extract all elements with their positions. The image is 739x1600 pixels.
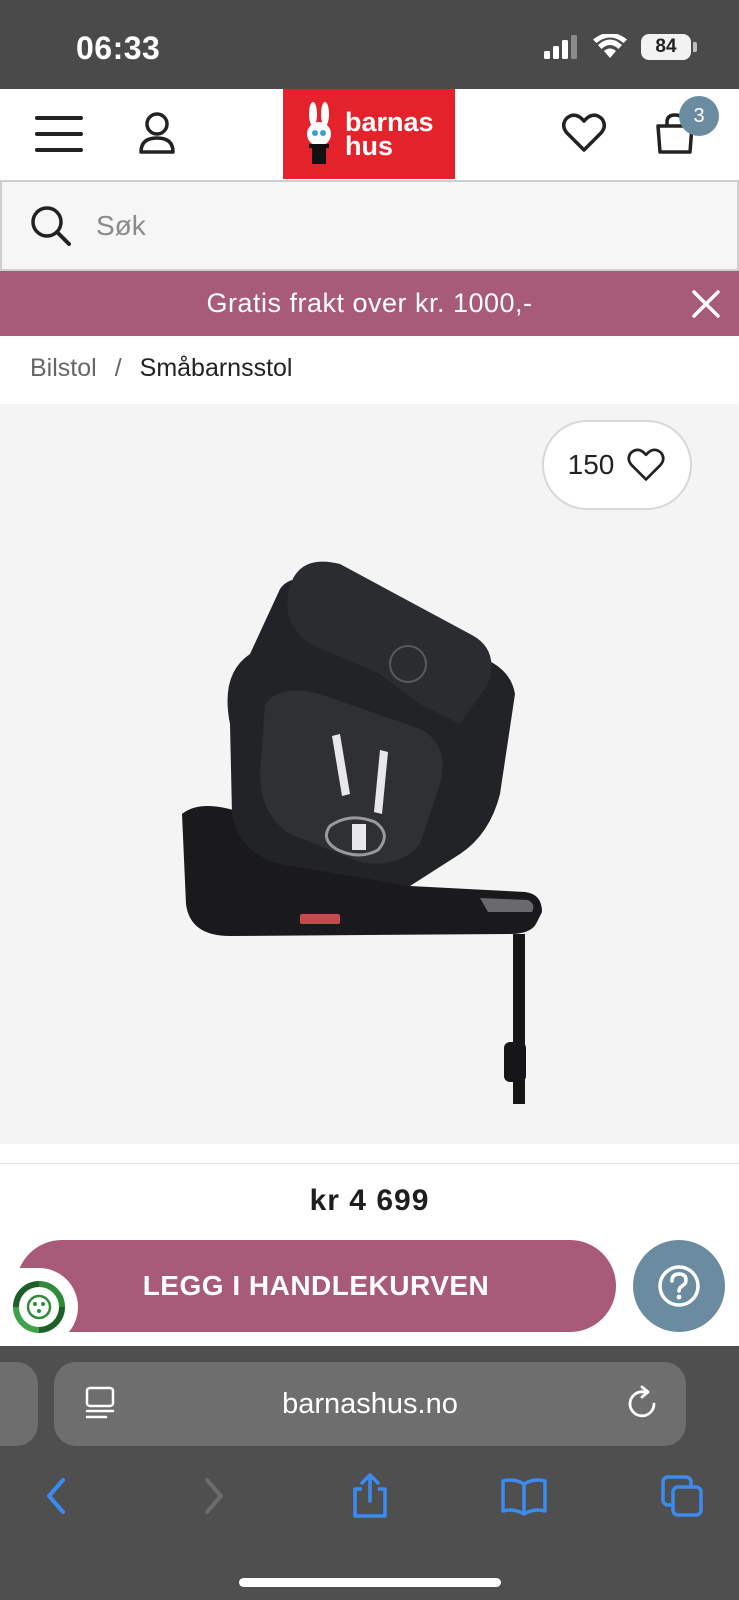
- forward-icon: [205, 1478, 223, 1514]
- wishlist-button[interactable]: [560, 109, 608, 157]
- user-icon: [139, 112, 175, 154]
- status-time: 06:33: [76, 30, 161, 66]
- breadcrumb-separator: /: [114, 354, 122, 382]
- browser-chrome: barnashus.no: [0, 1346, 739, 1600]
- close-icon[interactable]: [689, 287, 723, 321]
- bookmarks-button[interactable]: [494, 1466, 554, 1526]
- address-bar[interactable]: barnashus.no: [54, 1362, 686, 1446]
- favorite-button[interactable]: 150: [542, 420, 692, 510]
- tabs-icon: [661, 1475, 703, 1517]
- account-button[interactable]: [134, 109, 180, 157]
- breadcrumb: Bilstol / Småbarnsstol: [30, 354, 293, 383]
- menu-icon: [35, 116, 83, 152]
- url-text: barnashus.no: [282, 1387, 458, 1420]
- product-image-area: 150: [0, 404, 739, 1144]
- eco-badge[interactable]: [0, 1268, 78, 1346]
- battery-icon: 84: [641, 34, 697, 60]
- add-to-cart-button[interactable]: LEGG I HANDLEKURVEN: [16, 1240, 616, 1332]
- back-icon: [47, 1478, 65, 1514]
- browser-toolbar: [0, 1466, 739, 1526]
- status-bar: 06:33 84: [0, 0, 739, 89]
- heart-icon: [627, 448, 665, 481]
- cart-count-badge: 3: [679, 96, 719, 136]
- rabbit-logo-icon: [307, 102, 331, 164]
- forward-button[interactable]: [184, 1466, 244, 1526]
- site-logo[interactable]: barnas hus: [283, 89, 455, 179]
- search-bar[interactable]: [0, 180, 739, 271]
- search-icon: [31, 205, 71, 246]
- tabs-button[interactable]: [652, 1466, 712, 1526]
- eco-icon: [13, 1281, 65, 1333]
- help-icon: [658, 1265, 700, 1307]
- heart-icon: [562, 113, 606, 152]
- product-image[interactable]: [170, 494, 560, 1104]
- previous-tab[interactable]: [0, 1362, 38, 1446]
- share-button[interactable]: [340, 1466, 400, 1526]
- site-header: barnas hus 3: [0, 89, 739, 179]
- home-indicator[interactable]: [239, 1578, 501, 1587]
- reload-icon[interactable]: [624, 1384, 660, 1422]
- wifi-icon: [593, 34, 627, 58]
- product-price: kr 4 699: [309, 1184, 430, 1217]
- logo-text-line2: hus: [345, 131, 394, 161]
- help-button[interactable]: [633, 1240, 725, 1332]
- status-indicators: 84: [543, 34, 697, 60]
- breadcrumb-parent-link[interactable]: Bilstol: [30, 354, 97, 383]
- promo-text: Gratis frakt over kr. 1000,-: [206, 288, 533, 318]
- breadcrumb-current: Småbarnsstol: [139, 354, 293, 382]
- signal-icon: [544, 35, 577, 59]
- section-divider: [0, 1163, 739, 1164]
- reader-icon[interactable]: [84, 1386, 118, 1422]
- menu-button[interactable]: [34, 111, 84, 157]
- favorite-count: 150: [567, 449, 615, 480]
- bookmarks-icon: [501, 1478, 547, 1516]
- search-input[interactable]: [96, 209, 656, 242]
- share-icon: [353, 1473, 387, 1518]
- back-button[interactable]: [26, 1466, 86, 1526]
- promo-banner: Gratis frakt over kr. 1000,-: [0, 271, 739, 336]
